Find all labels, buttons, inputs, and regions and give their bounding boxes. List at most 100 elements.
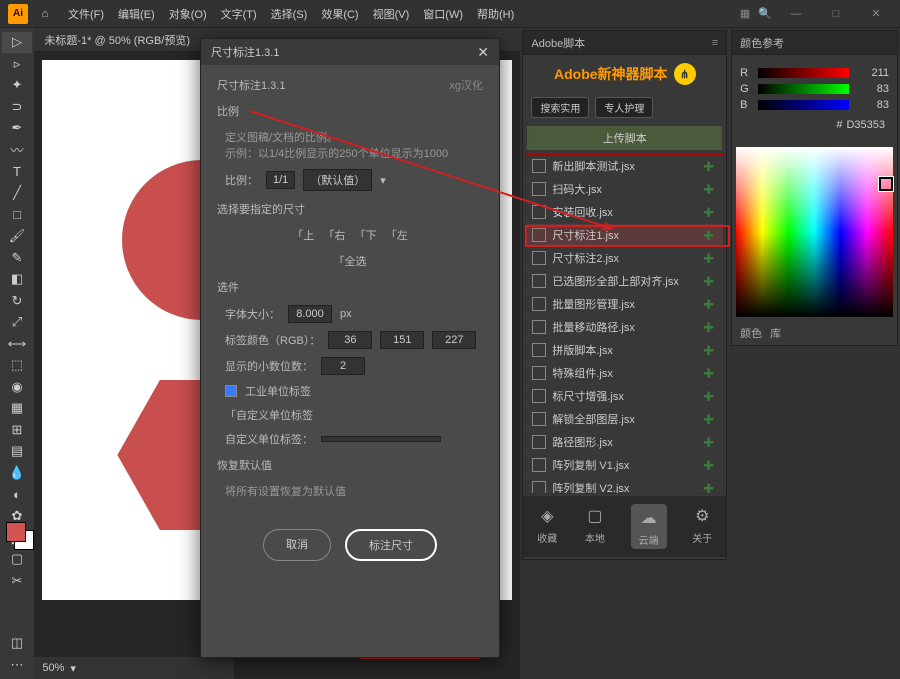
scripts-cloud-button[interactable]: ☁云端 xyxy=(631,504,667,549)
paintbrush-tool[interactable]: 🖌 xyxy=(2,226,32,247)
library-tab[interactable]: 库 xyxy=(770,325,781,341)
script-item[interactable]: 批量图形管理.jsx✚ xyxy=(526,293,723,316)
script-item[interactable]: 阵列复制 V1.jsx✚ xyxy=(526,454,723,477)
plus-icon[interactable]: ✚ xyxy=(703,159,717,173)
curvature-tool[interactable]: 〰 xyxy=(2,140,32,161)
script-item[interactable]: 已选图形全部上部对齐.jsx✚ xyxy=(526,270,723,293)
scale-tool[interactable]: ⤢ xyxy=(2,312,32,333)
plus-icon[interactable]: ✚ xyxy=(703,366,717,380)
plus-icon[interactable]: ✚ xyxy=(703,481,717,494)
scripts-about-button[interactable]: ⚙关于 xyxy=(690,504,714,549)
scripts-tab-1[interactable]: 搜索实用 xyxy=(531,97,589,118)
plus-icon[interactable]: ✚ xyxy=(703,297,717,311)
chk-bottom[interactable]: 「下 xyxy=(355,230,377,242)
plus-icon[interactable]: ✚ xyxy=(703,412,717,426)
decimals-input[interactable]: 2 xyxy=(321,357,365,375)
plus-icon[interactable]: ✚ xyxy=(703,205,717,219)
selection-tool[interactable]: ▷ xyxy=(2,32,32,53)
scripts-fav-button[interactable]: ◈收藏 xyxy=(535,504,559,549)
panel-menu-icon[interactable]: ≡ xyxy=(712,37,718,49)
script-item[interactable]: 路径图形.jsx✚ xyxy=(526,431,723,454)
rgb-b-input[interactable]: 227 xyxy=(432,331,476,349)
scripts-list[interactable]: 新出脚本测试.jsx✚扫码大.jsx✚安装回收.jsx✚尺寸标注1.jsx✚尺寸… xyxy=(525,154,724,494)
shape-builder-tool[interactable]: ◉ xyxy=(2,377,32,398)
rgb-r-input[interactable]: 36 xyxy=(328,331,372,349)
g-slider[interactable] xyxy=(758,84,849,94)
script-item[interactable]: 标尺寸增强.jsx✚ xyxy=(526,385,723,408)
menu-select[interactable]: 选择(S) xyxy=(265,2,314,26)
cancel-button[interactable]: 取消 xyxy=(263,529,331,561)
eraser-tool[interactable]: ◧ xyxy=(2,269,32,290)
script-item[interactable]: 尺寸标注2.jsx✚ xyxy=(526,247,723,270)
script-item[interactable]: 拼版脚本.jsx✚ xyxy=(526,339,723,362)
plus-icon[interactable]: ✚ xyxy=(703,320,717,334)
hex-value[interactable]: D35353 xyxy=(846,119,885,131)
rectangle-tool[interactable]: □ xyxy=(2,204,32,225)
type-tool[interactable]: T xyxy=(2,161,32,182)
chk-right[interactable]: 「右 xyxy=(323,230,345,242)
plus-icon[interactable]: ✚ xyxy=(703,343,717,357)
color-spectrum[interactable] xyxy=(736,147,893,317)
chevron-down-icon[interactable]: ▾ xyxy=(380,174,386,187)
perspective-tool[interactable]: ▦ xyxy=(2,398,32,419)
menu-help[interactable]: 帮助(H) xyxy=(471,2,520,26)
plus-icon[interactable]: ✚ xyxy=(703,435,717,449)
script-item[interactable]: 阵列复制 V2.jsx✚ xyxy=(526,477,723,494)
maximize-button[interactable]: □ xyxy=(820,2,852,26)
script-item[interactable]: 特殊组件.jsx✚ xyxy=(526,362,723,385)
scripts-tab-2[interactable]: 专人护理 xyxy=(595,97,653,118)
minimize-button[interactable]: — xyxy=(780,2,812,26)
menu-view[interactable]: 视图(V) xyxy=(367,2,416,26)
eyedropper-tool[interactable]: 💧 xyxy=(2,463,32,484)
g-value[interactable]: 83 xyxy=(855,83,889,95)
script-item[interactable]: 解锁全部图层.jsx✚ xyxy=(526,408,723,431)
home-icon[interactable]: ⌂ xyxy=(36,5,54,23)
scripts-section-header[interactable]: 上传脚本 xyxy=(527,126,722,150)
line-tool[interactable]: ╱ xyxy=(2,183,32,204)
lasso-tool[interactable]: ⊃ xyxy=(2,97,32,118)
r-slider[interactable] xyxy=(758,68,849,78)
edit-toolbar[interactable]: ⋯ xyxy=(2,655,32,676)
pen-tool[interactable]: ✒ xyxy=(2,118,32,139)
zoom-level[interactable]: 50% xyxy=(42,662,64,674)
arrange-icon[interactable]: ▦ xyxy=(740,7,750,20)
script-item[interactable]: 安装回收.jsx✚ xyxy=(526,201,723,224)
chk-left[interactable]: 「左 xyxy=(386,230,408,242)
custom-unit-checkbox[interactable]: 「自定义单位标签 xyxy=(225,407,313,423)
plus-icon[interactable]: ✚ xyxy=(703,274,717,288)
blend-tool[interactable]: ◐ xyxy=(2,484,32,505)
chk-top[interactable]: 「上 xyxy=(292,230,314,242)
script-item[interactable]: 扫码大.jsx✚ xyxy=(526,178,723,201)
free-transform-tool[interactable]: ⬚ xyxy=(2,355,32,376)
r-value[interactable]: 211 xyxy=(855,67,889,79)
menu-effect[interactable]: 效果(C) xyxy=(315,2,364,26)
menu-window[interactable]: 窗口(W) xyxy=(417,2,469,26)
industry-checkbox[interactable] xyxy=(225,385,237,397)
fill-color-swatch[interactable] xyxy=(6,522,26,542)
script-item[interactable]: 批量移动路径.jsx✚ xyxy=(526,316,723,339)
gradient-tool[interactable]: ▤ xyxy=(2,441,32,462)
mesh-tool[interactable]: ⊞ xyxy=(2,420,32,441)
menu-file[interactable]: 文件(F) xyxy=(62,2,110,26)
shaper-tool[interactable]: ✎ xyxy=(2,247,32,268)
menu-text[interactable]: 文字(T) xyxy=(215,2,263,26)
slice-tool[interactable]: ✂ xyxy=(2,570,32,591)
scripts-local-button[interactable]: ▢本地 xyxy=(583,504,607,549)
ratio-default-select[interactable]: （默认值） xyxy=(303,169,372,191)
plus-icon[interactable]: ✚ xyxy=(703,251,717,265)
menu-edit[interactable]: 编辑(E) xyxy=(112,2,161,26)
magic-wand-tool[interactable]: ✦ xyxy=(2,75,32,96)
script-item[interactable]: 新出脚本测试.jsx✚ xyxy=(526,155,723,178)
rotate-tool[interactable]: ↻ xyxy=(2,290,32,311)
plus-icon[interactable]: ✚ xyxy=(703,182,717,196)
b-value[interactable]: 83 xyxy=(855,99,889,111)
screen-mode-tool[interactable]: ◫ xyxy=(2,633,32,654)
search-icon[interactable]: 🔍 xyxy=(758,7,772,20)
chk-all[interactable]: 「全选 xyxy=(334,256,367,268)
menu-object[interactable]: 对象(O) xyxy=(163,2,213,26)
ok-button[interactable]: 标注尺寸 xyxy=(345,529,437,561)
dialog-close-icon[interactable]: ✕ xyxy=(477,44,489,61)
close-button[interactable]: ✕ xyxy=(860,2,892,26)
plus-icon[interactable]: ✚ xyxy=(703,458,717,472)
b-slider[interactable] xyxy=(758,100,849,110)
